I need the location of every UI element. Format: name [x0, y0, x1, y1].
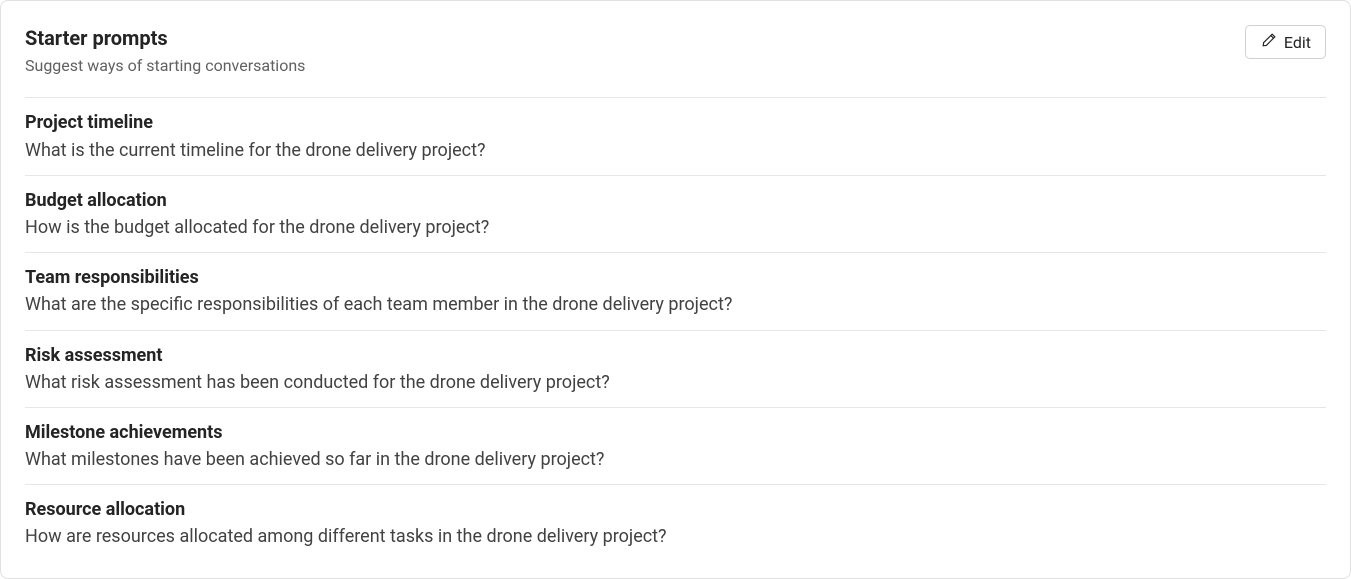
prompt-title: Risk assessment — [25, 343, 1326, 368]
prompt-item[interactable]: Project timeline What is the current tim… — [25, 97, 1326, 174]
prompt-description: How are resources allocated among differ… — [25, 524, 1326, 549]
section-subtitle: Suggest ways of starting conversations — [25, 55, 305, 77]
prompt-description: What milestones have been achieved so fa… — [25, 447, 1326, 472]
prompt-title: Team responsibilities — [25, 265, 1326, 290]
edit-button-label: Edit — [1284, 33, 1311, 52]
starter-prompts-card: Starter prompts Suggest ways of starting… — [0, 0, 1351, 579]
prompt-list: Project timeline What is the current tim… — [25, 97, 1326, 561]
prompt-description: How is the budget allocated for the dron… — [25, 215, 1326, 240]
prompt-item[interactable]: Team responsibilities What are the speci… — [25, 252, 1326, 329]
prompt-item[interactable]: Risk assessment What risk assessment has… — [25, 330, 1326, 407]
prompt-title: Milestone achievements — [25, 420, 1326, 445]
prompt-description: What is the current timeline for the dro… — [25, 138, 1326, 163]
prompt-title: Resource allocation — [25, 497, 1326, 522]
prompt-description: What risk assessment has been conducted … — [25, 370, 1326, 395]
section-header: Starter prompts Suggest ways of starting… — [25, 25, 1326, 97]
prompt-title: Project timeline — [25, 110, 1326, 135]
prompt-item[interactable]: Resource allocation How are resources al… — [25, 484, 1326, 561]
section-header-text: Starter prompts Suggest ways of starting… — [25, 25, 305, 77]
prompt-item[interactable]: Budget allocation How is the budget allo… — [25, 175, 1326, 252]
prompt-description: What are the specific responsibilities o… — [25, 292, 1326, 317]
prompt-title: Budget allocation — [25, 188, 1326, 213]
prompt-item[interactable]: Milestone achievements What milestones h… — [25, 407, 1326, 484]
edit-button[interactable]: Edit — [1245, 25, 1326, 59]
section-title: Starter prompts — [25, 25, 305, 51]
edit-icon — [1260, 31, 1278, 53]
